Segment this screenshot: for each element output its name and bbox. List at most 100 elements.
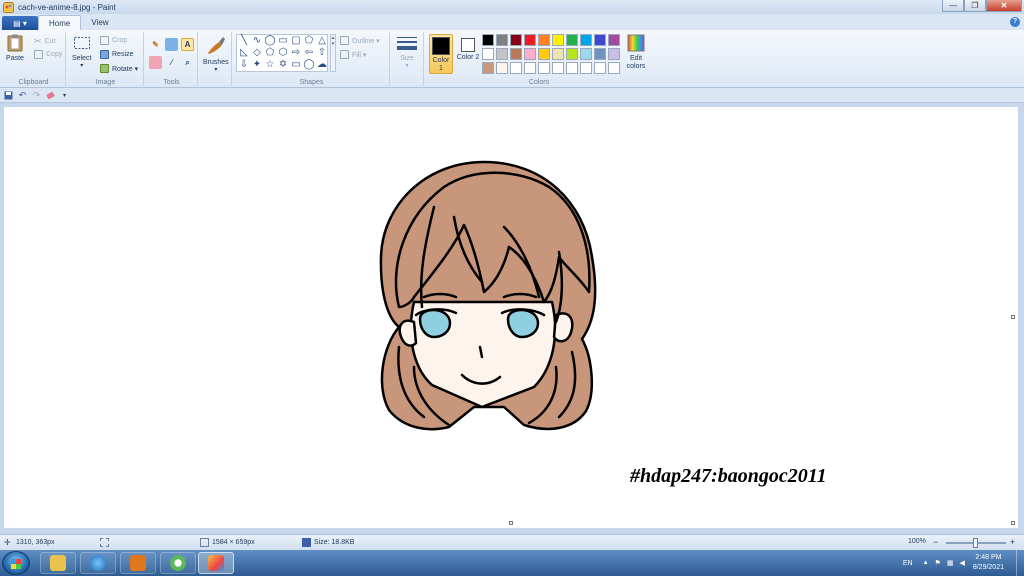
curve-shape-icon[interactable]: ∿ [251, 35, 263, 47]
palette-swatch[interactable] [496, 62, 508, 74]
flag-icon[interactable]: ⚑ [935, 559, 941, 567]
shapes-scroll[interactable]: ▴ ▾ [330, 34, 336, 72]
palette-swatch[interactable] [608, 48, 620, 60]
down-arrow-shape-icon[interactable]: ⇩ [238, 59, 250, 71]
drawing-canvas[interactable]: #hdap247:baongoc2011 [4, 107, 1018, 528]
select-dropdown-icon[interactable]: ▾ [80, 62, 83, 69]
palette-swatch[interactable] [524, 34, 536, 46]
brushes-button[interactable]: Brushes ▾ [203, 34, 229, 73]
taskbar-media-player[interactable] [120, 552, 156, 574]
six-point-star-shape-icon[interactable]: ✡ [277, 59, 289, 71]
taskbar-explorer[interactable] [40, 552, 76, 574]
tab-view[interactable]: View [81, 15, 118, 30]
hexagon-shape-icon[interactable]: ⬡ [277, 47, 289, 59]
undo-icon[interactable]: ↶ [17, 90, 28, 100]
callout-cloud-shape-icon[interactable]: ☁ [316, 59, 328, 71]
palette-swatch[interactable] [608, 34, 620, 46]
palette-swatch[interactable] [524, 62, 536, 74]
outline-button[interactable]: Outline ▾ [340, 36, 380, 45]
network-icon[interactable]: ▦ [947, 559, 954, 567]
close-button[interactable]: ✕ [986, 0, 1022, 12]
palette-swatch[interactable] [566, 48, 578, 60]
taskbar-ie[interactable] [80, 552, 116, 574]
color2-button[interactable]: Color 2 [456, 34, 480, 74]
language-indicator[interactable]: EN [903, 560, 913, 567]
four-point-star-shape-icon[interactable]: ✦ [251, 59, 263, 71]
canvas-resize-handle-corner[interactable] [1011, 521, 1015, 525]
palette-swatch[interactable] [594, 48, 606, 60]
zoom-slider-thumb[interactable] [973, 538, 978, 548]
palette-swatch[interactable] [566, 34, 578, 46]
magnifier-icon[interactable]: ⌕ [181, 56, 194, 69]
callout-oval-shape-icon[interactable]: ◯ [303, 59, 315, 71]
palette-swatch[interactable] [482, 48, 494, 60]
help-icon[interactable]: ? [1010, 17, 1020, 27]
redo-icon[interactable]: ↷ [31, 90, 42, 100]
line-shape-icon[interactable]: ╲ [238, 35, 250, 47]
tab-home[interactable]: Home [38, 15, 82, 30]
text-tool-icon[interactable]: A [181, 38, 194, 51]
show-desktop-button[interactable] [1016, 550, 1024, 576]
color-picker-icon[interactable]: ⁄ [165, 56, 178, 69]
color1-button[interactable]: Color 1 [429, 34, 453, 74]
palette-swatch[interactable] [538, 62, 550, 74]
palette-swatch[interactable] [580, 48, 592, 60]
triangle-shape-icon[interactable]: △ [316, 35, 328, 47]
taskbar-coccoc[interactable] [160, 552, 196, 574]
select-button[interactable]: Select ▾ [72, 34, 91, 69]
paint-app-icon[interactable] [3, 1, 14, 13]
palette-swatch[interactable] [524, 48, 536, 60]
zoom-out-button[interactable]: − [933, 537, 938, 547]
eraser-icon[interactable] [149, 56, 162, 69]
clock[interactable]: 2:48 PM 8/29/2021 [973, 553, 1004, 573]
rounded-rect-shape-icon[interactable]: ▢ [290, 35, 302, 47]
resize-button[interactable]: Resize [100, 50, 133, 59]
rectangle-shape-icon[interactable]: ▭ [277, 35, 289, 47]
size-dropdown-icon[interactable]: ▾ [405, 62, 408, 69]
palette-swatch[interactable] [538, 34, 550, 46]
palette-swatch[interactable] [552, 34, 564, 46]
size-button[interactable]: Size ▾ [396, 36, 418, 69]
minimize-button[interactable]: — [942, 0, 964, 12]
palette-swatch[interactable] [496, 48, 508, 60]
paste-button[interactable]: Paste [6, 34, 24, 62]
palette-swatch[interactable] [510, 62, 522, 74]
palette-swatch[interactable] [482, 62, 494, 74]
palette-swatch[interactable] [482, 34, 494, 46]
diamond-shape-icon[interactable]: ◇ [251, 47, 263, 59]
save-icon[interactable] [3, 90, 14, 100]
oval-shape-icon[interactable]: ◯ [264, 35, 276, 47]
rotate-button[interactable]: Rotate ▾ [100, 64, 138, 73]
eraser-quick-icon[interactable] [45, 90, 56, 100]
edit-colors-button[interactable]: Edit colors [624, 34, 648, 71]
start-button[interactable] [2, 551, 30, 575]
palette-swatch[interactable] [580, 34, 592, 46]
palette-swatch[interactable] [594, 34, 606, 46]
palette-swatch[interactable] [538, 48, 550, 60]
fill-button[interactable]: Fill ▾ [340, 50, 366, 59]
palette-swatch[interactable] [552, 48, 564, 60]
right-triangle-shape-icon[interactable]: ◺ [238, 47, 250, 59]
brushes-dropdown-icon[interactable]: ▾ [214, 66, 217, 73]
palette-swatch[interactable] [510, 34, 522, 46]
palette-swatch[interactable] [566, 62, 578, 74]
canvas-resize-handle-bottom[interactable] [509, 521, 513, 525]
maximize-button[interactable]: ❐ [964, 0, 986, 12]
up-arrow-shape-icon[interactable]: ⇧ [316, 47, 328, 59]
five-point-star-shape-icon[interactable]: ☆ [264, 59, 276, 71]
show-hidden-icons[interactable]: ▲ [923, 560, 929, 566]
crop-button[interactable]: Crop [100, 36, 127, 45]
cut-button[interactable]: ✂ Cut [34, 36, 55, 47]
pencil-icon[interactable]: ✎ [149, 38, 162, 51]
pentagon-shape-icon[interactable]: ⬠ [264, 47, 276, 59]
callout-rect-shape-icon[interactable]: ▭ [290, 59, 302, 71]
zoom-in-button[interactable]: + [1010, 537, 1015, 547]
palette-swatch[interactable] [594, 62, 606, 74]
copy-button[interactable]: Copy [34, 50, 62, 59]
file-menu-tab[interactable]: ▤ ▾ [2, 16, 38, 30]
fill-bucket-icon[interactable] [165, 38, 178, 51]
palette-swatch[interactable] [496, 34, 508, 46]
palette-swatch[interactable] [552, 62, 564, 74]
left-arrow-shape-icon[interactable]: ⇦ [303, 47, 315, 59]
canvas-resize-handle-right[interactable] [1011, 315, 1015, 319]
